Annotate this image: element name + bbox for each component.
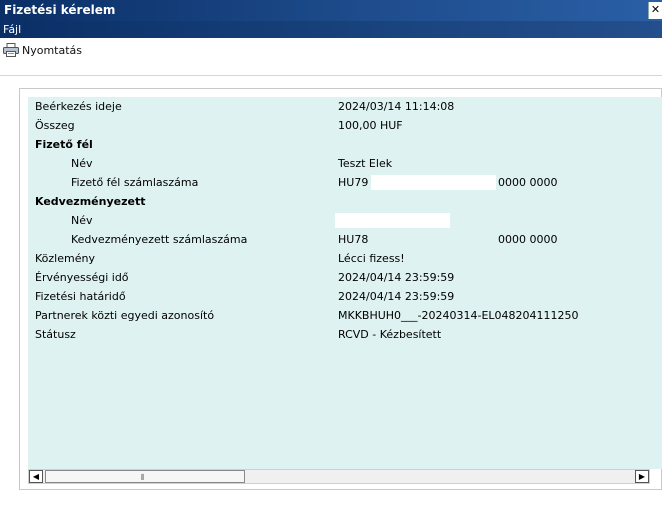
row-payer-name: Név Teszt Elek: [28, 154, 662, 173]
payer-account-value-end: 0000 0000: [498, 176, 558, 189]
row-message: Közlemény Lécci fizess!: [28, 249, 662, 268]
payer-account-redaction: [371, 175, 496, 190]
horizontal-scrollbar[interactable]: ◀ ⫴ ▶: [28, 469, 650, 484]
payer-section-heading: Fizető fél: [35, 138, 93, 151]
status-label: Státusz: [35, 328, 76, 341]
payer-account-value-start: HU79: [338, 176, 369, 189]
deadline-label: Fizetési határidő: [35, 290, 126, 303]
menu-bar: Fájl: [0, 21, 662, 38]
row-partner-id: Partnerek közti egyedi azonosító MKKBHUH…: [28, 306, 662, 325]
received-value: 2024/03/14 11:14:08: [338, 100, 455, 113]
beneficiary-name-label: Név: [71, 214, 93, 227]
validity-label: Érvényességi idő: [35, 271, 129, 284]
scroll-left-icon[interactable]: ◀: [29, 470, 43, 483]
print-button[interactable]: Nyomtatás: [3, 42, 82, 58]
menu-item-file[interactable]: Fájl: [3, 23, 21, 36]
row-payer-section: Fizető fél: [28, 135, 662, 154]
details-panel: Beérkezés ideje 2024/03/14 11:14:08 Össz…: [19, 88, 662, 490]
beneficiary-name-redaction: [335, 213, 450, 228]
window-titlebar: Fizetési kérelem ✕: [0, 0, 662, 21]
details-list: Beérkezés ideje 2024/03/14 11:14:08 Össz…: [28, 97, 662, 469]
row-beneficiary-account: Kedvezményezett számlaszáma HU78 0000 00…: [28, 230, 662, 249]
beneficiary-account-value-start: HU78: [338, 233, 369, 246]
toolbar: Nyomtatás: [0, 38, 662, 76]
row-deadline: Fizetési határidő 2024/04/14 23:59:59: [28, 287, 662, 306]
row-payer-account: Fizető fél számlaszáma HU79 0000 0000: [28, 173, 662, 192]
received-label: Beérkezés ideje: [35, 100, 122, 113]
row-beneficiary-section: Kedvezményezett: [28, 192, 662, 211]
partner-id-label: Partnerek közti egyedi azonosító: [35, 309, 215, 322]
beneficiary-account-label: Kedvezményezett számlaszáma: [71, 233, 248, 246]
payer-name-label: Név: [71, 157, 93, 170]
partner-id-value: MKKBHUH0___-20240314-EL048204111250: [338, 309, 579, 322]
scroll-right-icon[interactable]: ▶: [635, 470, 649, 483]
close-icon[interactable]: ✕: [648, 2, 662, 19]
amount-label: Összeg: [35, 119, 75, 132]
amount-value: 100,00 HUF: [338, 119, 403, 132]
beneficiary-account-value-end: 0000 0000: [498, 233, 558, 246]
validity-value: 2024/04/14 23:59:59: [338, 271, 455, 284]
row-received: Beérkezés ideje 2024/03/14 11:14:08: [28, 97, 662, 116]
scrollbar-thumb[interactable]: ⫴: [45, 470, 245, 483]
row-beneficiary-name: Név: [28, 211, 662, 230]
print-label: Nyomtatás: [22, 43, 83, 57]
printer-icon: [3, 43, 19, 57]
row-amount: Összeg 100,00 HUF: [28, 116, 662, 135]
message-value: Lécci fizess!: [338, 252, 405, 265]
payer-name-value: Teszt Elek: [338, 157, 393, 170]
message-label: Közlemény: [35, 252, 95, 265]
window-title: Fizetési kérelem: [4, 3, 116, 17]
beneficiary-section-heading: Kedvezményezett: [35, 195, 146, 208]
deadline-value: 2024/04/14 23:59:59: [338, 290, 455, 303]
row-status: Státusz RCVD - Kézbesített: [28, 325, 662, 344]
grip-icon: ⫴: [141, 473, 145, 482]
row-validity: Érvényességi idő 2024/04/14 23:59:59: [28, 268, 662, 287]
status-value: RCVD - Kézbesített: [338, 328, 442, 341]
payer-account-label: Fizető fél számlaszáma: [71, 176, 199, 189]
